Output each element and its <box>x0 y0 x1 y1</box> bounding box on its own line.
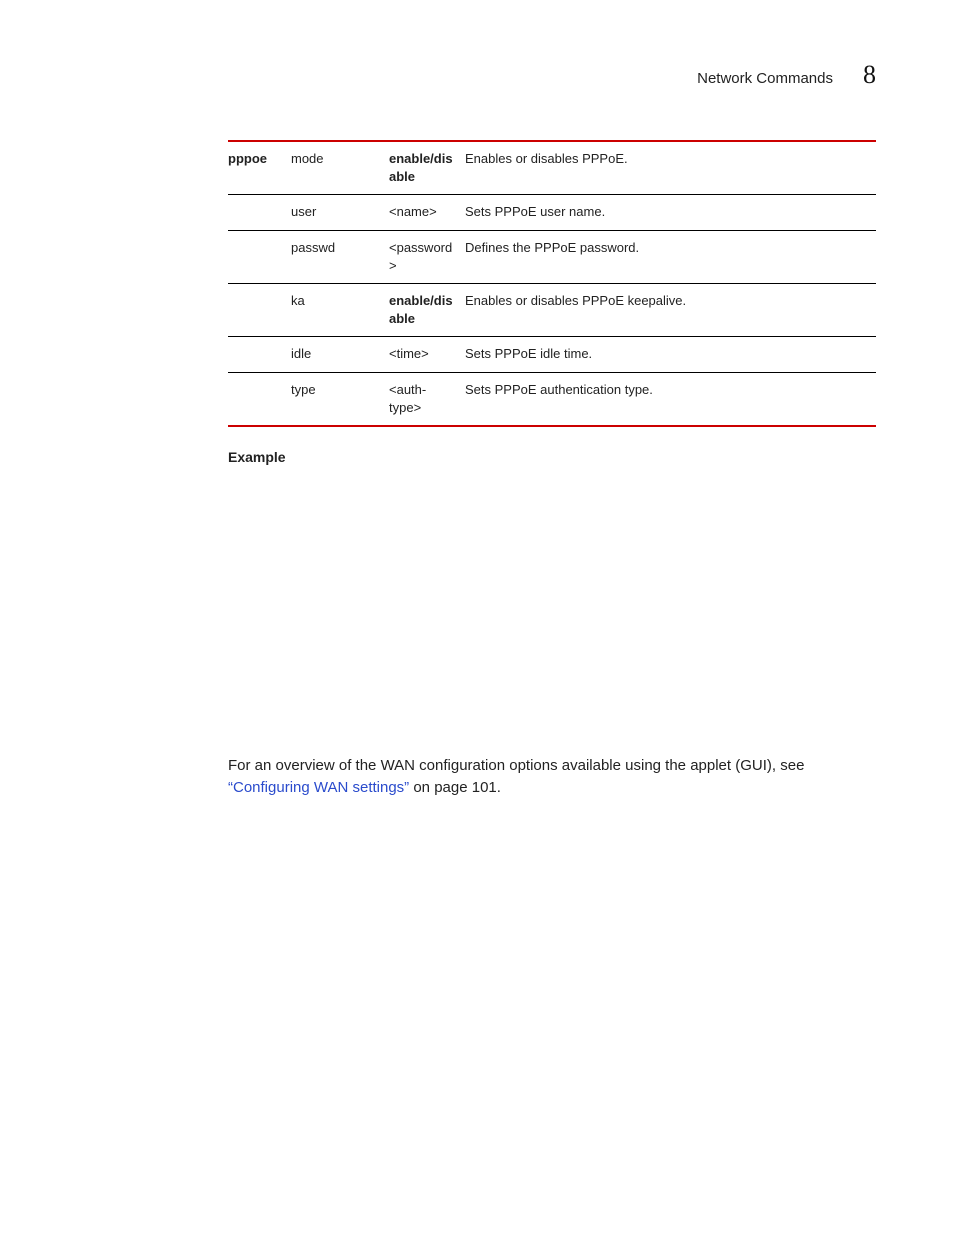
command-table: pppoe mode enable/disable Enables or dis… <box>228 140 876 427</box>
overview-paragraph: For an overview of the WAN configuration… <box>228 755 876 800</box>
table-row: type <auth-type> Sets PPPoE authenticati… <box>228 372 876 426</box>
cmd-cell <box>228 283 291 336</box>
chapter-number: 8 <box>863 60 876 90</box>
desc-cell: Defines the PPPoE password. <box>465 230 876 283</box>
overview-text-post: on page 101. <box>409 779 501 796</box>
header-title: Network Commands <box>697 70 833 87</box>
cmd-cell: pppoe <box>228 141 291 195</box>
arg-cell: <password> <box>389 230 465 283</box>
subcmd-cell: ka <box>291 283 389 336</box>
cmd-cell <box>228 337 291 372</box>
desc-cell: Sets PPPoE idle time. <box>465 337 876 372</box>
arg-cell: <auth-type> <box>389 372 465 426</box>
subcmd-cell: mode <box>291 141 389 195</box>
arg-cell: <time> <box>389 337 465 372</box>
table-row: passwd <password> Defines the PPPoE pass… <box>228 230 876 283</box>
arg-cell: <name> <box>389 195 465 230</box>
table-row: idle <time> Sets PPPoE idle time. <box>228 337 876 372</box>
subcmd-cell: idle <box>291 337 389 372</box>
content-area: pppoe mode enable/disable Enables or dis… <box>228 140 876 800</box>
table-row: user <name> Sets PPPoE user name. <box>228 195 876 230</box>
desc-cell: Enables or disables PPPoE. <box>465 141 876 195</box>
subcmd-cell: user <box>291 195 389 230</box>
table-row: ka enable/disable Enables or disables PP… <box>228 283 876 336</box>
table-row: pppoe mode enable/disable Enables or dis… <box>228 141 876 195</box>
cmd-cell <box>228 230 291 283</box>
cross-reference-link[interactable]: “Configuring WAN settings” <box>228 779 409 796</box>
page-header: Network Commands 8 <box>78 60 876 90</box>
overview-text-pre: For an overview of the WAN configuration… <box>228 757 804 774</box>
page: Network Commands 8 pppoe mode enable/dis… <box>0 0 954 840</box>
arg-cell: enable/disable <box>389 283 465 336</box>
cmd-cell <box>228 372 291 426</box>
desc-cell: Sets PPPoE user name. <box>465 195 876 230</box>
subcmd-cell: type <box>291 372 389 426</box>
example-heading: Example <box>228 449 876 465</box>
cmd-cell <box>228 195 291 230</box>
desc-cell: Enables or disables PPPoE keepalive. <box>465 283 876 336</box>
subcmd-cell: passwd <box>291 230 389 283</box>
arg-cell: enable/disable <box>389 141 465 195</box>
desc-cell: Sets PPPoE authentication type. <box>465 372 876 426</box>
